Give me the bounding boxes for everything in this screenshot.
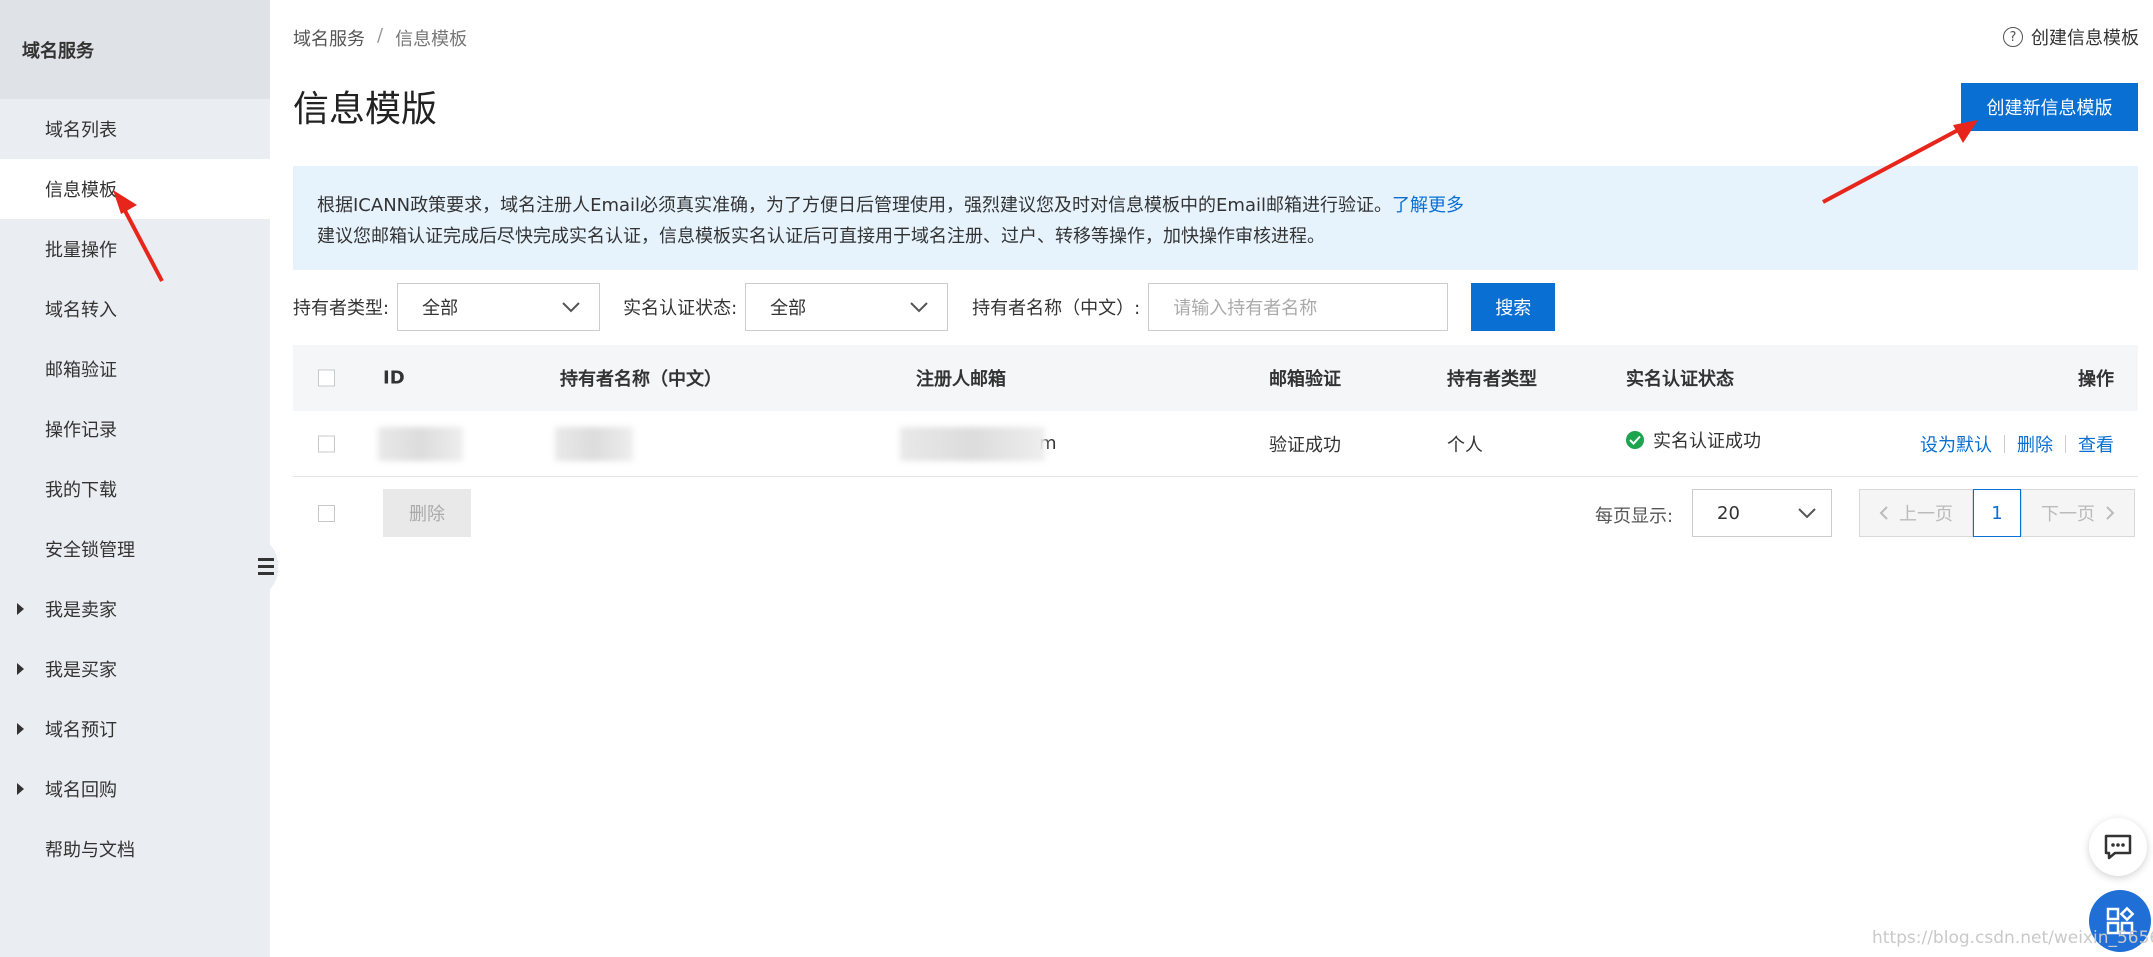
chevron-down-icon bbox=[1798, 508, 1816, 519]
next-page-button[interactable]: 下一页 bbox=[2021, 489, 2135, 537]
caret-right-icon bbox=[17, 603, 24, 615]
footer-select-all-checkbox[interactable] bbox=[318, 505, 335, 522]
sidebar-item-domain-buyback[interactable]: 域名回购 bbox=[0, 759, 270, 819]
col-real-name-status: 实名认证状态 bbox=[1626, 369, 1734, 390]
create-template-button[interactable]: 创建新信息模版 bbox=[1961, 83, 2138, 131]
filter-bar: 持有者类型: 全部 实名认证状态: 全部 持有者名称（中文）: 请输入持有者名称… bbox=[293, 283, 1556, 331]
chevron-down-icon bbox=[562, 302, 580, 313]
holder-type-value: 个人 bbox=[1447, 434, 1483, 456]
redacted-email: m bbox=[900, 426, 1057, 461]
holder-type-select[interactable]: 全部 bbox=[397, 283, 601, 331]
sidebar-item-label: 我的下载 bbox=[45, 480, 117, 501]
sidebar-item-domain-transfer-in[interactable]: 域名转入 bbox=[0, 279, 270, 339]
breadcrumb: 域名服务 / 信息模板 bbox=[293, 25, 467, 51]
sidebar: 域名服务 域名列表 信息模板 批量操作 域名转入 邮箱验证 操作记录 我的下载 … bbox=[0, 0, 270, 957]
sidebar-item-label: 邮箱验证 bbox=[45, 360, 117, 381]
notice-banner: 根据ICANN政策要求，域名注册人Email必须真实准确，为了方便日后管理使用，… bbox=[293, 166, 2138, 270]
batch-delete-button[interactable]: 删除 bbox=[383, 489, 471, 537]
sidebar-item-domain-list[interactable]: 域名列表 bbox=[0, 99, 270, 159]
breadcrumb-current: 信息模板 bbox=[395, 29, 468, 50]
search-button[interactable]: 搜索 bbox=[1471, 283, 1556, 331]
col-id: ID bbox=[383, 367, 405, 389]
sidebar-item-label: 我是卖家 bbox=[45, 600, 117, 621]
col-email: 注册人邮箱 bbox=[916, 369, 1006, 390]
real-name-status: 实名认证成功 bbox=[1626, 427, 1761, 453]
chat-bubble-icon bbox=[2104, 834, 2132, 860]
redacted-id bbox=[378, 426, 463, 461]
col-holder-type: 持有者类型 bbox=[1447, 369, 1537, 390]
sidebar-item-label: 域名转入 bbox=[45, 300, 117, 321]
sidebar-item-domain-reserve[interactable]: 域名预订 bbox=[0, 699, 270, 759]
per-page-select[interactable]: 20 bbox=[1692, 489, 1832, 537]
sidebar-item-label: 帮助与文档 bbox=[45, 840, 135, 861]
template-table: ID 持有者名称（中文） 注册人邮箱 邮箱验证 持有者类型 实名认证状态 操作 … bbox=[293, 345, 2138, 551]
sidebar-item-label: 我是买家 bbox=[45, 660, 117, 681]
chevron-left-icon bbox=[1879, 506, 1888, 520]
per-page-label: 每页显示: bbox=[1595, 506, 1674, 527]
action-divider bbox=[2065, 434, 2066, 453]
sidebar-item-batch-operations[interactable]: 批量操作 bbox=[0, 219, 270, 279]
caret-right-icon bbox=[17, 783, 24, 795]
delete-link[interactable]: 删除 bbox=[2017, 431, 2053, 457]
watermark: https://blog.csdn.net/weixin_56565352 bbox=[1872, 928, 2153, 948]
sidebar-item-label: 操作记录 bbox=[45, 420, 117, 441]
sidebar-item-info-template[interactable]: 信息模板 bbox=[0, 159, 270, 219]
redacted-holder-name bbox=[555, 426, 633, 461]
sidebar-item-my-downloads[interactable]: 我的下载 bbox=[0, 459, 270, 519]
question-circle-icon: ? bbox=[2003, 27, 2023, 47]
breadcrumb-root[interactable]: 域名服务 bbox=[293, 25, 365, 51]
sidebar-item-operation-log[interactable]: 操作记录 bbox=[0, 399, 270, 459]
sidebar-item-label: 域名预订 bbox=[45, 720, 117, 741]
sidebar-title: 域名服务 bbox=[0, 0, 270, 99]
verify-status-label: 实名认证状态: bbox=[623, 298, 738, 319]
holder-name-placeholder: 请输入持有者名称 bbox=[1173, 298, 1318, 319]
verify-status-select[interactable]: 全部 bbox=[745, 283, 949, 331]
check-circle-icon bbox=[1626, 430, 1644, 449]
sidebar-item-email-verify[interactable]: 邮箱验证 bbox=[0, 339, 270, 399]
holder-name-input[interactable]: 请输入持有者名称 bbox=[1148, 283, 1449, 331]
col-actions: 操作 bbox=[2078, 369, 2114, 390]
notice-line-2: 建议您邮箱认证完成后尽快完成实名认证，信息模板实名认证后可直接用于域名注册、过户… bbox=[317, 226, 1325, 247]
col-holder-name: 持有者名称（中文） bbox=[560, 369, 722, 390]
sidebar-item-seller[interactable]: 我是卖家 bbox=[0, 579, 270, 639]
caret-right-icon bbox=[17, 723, 24, 735]
caret-right-icon bbox=[17, 663, 24, 675]
menu-collapse-icon bbox=[258, 558, 274, 575]
chat-button[interactable] bbox=[2089, 818, 2147, 876]
page-number-button[interactable]: 1 bbox=[1973, 489, 2021, 537]
notice-line-1: 根据ICANN政策要求，域名注册人Email必须真实准确，为了方便日后管理使用，… bbox=[317, 195, 1464, 216]
holder-type-label: 持有者类型: bbox=[293, 298, 390, 319]
table-footer: 删除 每页显示: 20 上一页 1 下一页 bbox=[293, 477, 2138, 551]
holder-name-label: 持有者名称（中文）: bbox=[972, 298, 1141, 319]
table-row: m 验证成功 个人 实名认证成功 设为默认 删除 查看 bbox=[293, 411, 2138, 477]
select-all-checkbox[interactable] bbox=[318, 369, 335, 387]
action-divider bbox=[2004, 434, 2005, 453]
sidebar-item-help-docs[interactable]: 帮助与文档 bbox=[0, 819, 270, 879]
sidebar-item-label: 信息模板 bbox=[45, 180, 117, 201]
sidebar-item-security-lock[interactable]: 安全锁管理 bbox=[0, 519, 270, 579]
help-create-template-link[interactable]: ? 创建信息模板 bbox=[2003, 24, 2139, 50]
email-verify-status: 验证成功 bbox=[1269, 434, 1341, 456]
sidebar-item-label: 安全锁管理 bbox=[45, 540, 135, 561]
breadcrumb-separator: / bbox=[377, 25, 384, 46]
chevron-right-icon bbox=[2106, 506, 2115, 520]
view-link[interactable]: 查看 bbox=[2078, 431, 2114, 457]
chevron-down-icon bbox=[910, 302, 928, 313]
page-title: 信息模版 bbox=[293, 89, 438, 130]
table-header: ID 持有者名称（中文） 注册人邮箱 邮箱验证 持有者类型 实名认证状态 操作 bbox=[293, 345, 2138, 411]
col-email-verify: 邮箱验证 bbox=[1269, 369, 1341, 390]
sidebar-item-buyer[interactable]: 我是买家 bbox=[0, 639, 270, 699]
sidebar-item-label: 批量操作 bbox=[45, 240, 117, 261]
learn-more-link[interactable]: 了解更多 bbox=[1392, 195, 1464, 216]
sidebar-item-label: 域名列表 bbox=[45, 120, 117, 141]
prev-page-button[interactable]: 上一页 bbox=[1859, 489, 1973, 537]
sidebar-collapse-handle[interactable] bbox=[248, 535, 278, 599]
help-link-label: 创建信息模板 bbox=[2031, 28, 2139, 49]
row-actions: 设为默认 删除 查看 bbox=[1920, 431, 2114, 457]
sidebar-item-label: 域名回购 bbox=[45, 780, 117, 801]
pagination: 上一页 1 下一页 bbox=[1859, 489, 2135, 537]
set-default-link[interactable]: 设为默认 bbox=[1920, 431, 1992, 457]
row-checkbox[interactable] bbox=[318, 435, 335, 452]
